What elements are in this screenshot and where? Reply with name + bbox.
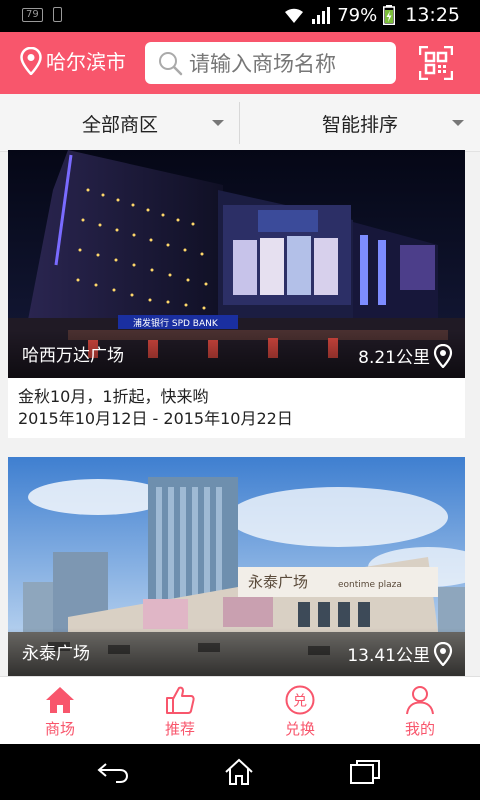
- city-selector[interactable]: 哈尔滨市: [20, 46, 126, 75]
- distance-value: 13.41公里: [347, 646, 430, 666]
- sort-filter-label: 智能排序: [321, 113, 398, 136]
- mall-distance: 8.21公里: [358, 343, 453, 368]
- signal-icon: [312, 7, 331, 24]
- tab-mall[interactable]: 商场: [0, 677, 120, 744]
- plaza-sign-en: eontime plaza: [338, 580, 402, 590]
- recents-icon[interactable]: [348, 758, 382, 786]
- tab-mine[interactable]: 我的: [360, 677, 480, 744]
- promo-title: 金秋10月，1折起，快来哟: [18, 387, 209, 406]
- search-input[interactable]: 请输入商场名称: [145, 42, 396, 84]
- photo-caption: 永泰广场 13.41公里: [8, 628, 465, 676]
- home-nav-icon[interactable]: [222, 758, 256, 786]
- battery-percent: 79%: [337, 4, 378, 26]
- tab-label: 我的: [404, 720, 435, 738]
- exchange-icon: 兑: [285, 685, 315, 715]
- plaza-sign-cn: 永泰广场: [248, 573, 308, 591]
- system-nav-bar: [0, 744, 480, 800]
- mall-distance: 13.41公里: [347, 641, 453, 666]
- city-name: 哈尔滨市: [46, 50, 126, 74]
- svg-text:兑: 兑: [293, 694, 307, 710]
- battery-charging-icon: [383, 5, 396, 25]
- bank-sign-text: 浦发银行 SPD BANK: [133, 317, 219, 329]
- search-icon: [159, 52, 183, 76]
- user-icon: [406, 686, 434, 715]
- mall-card[interactable]: 永泰广场 eontime plaza 永泰广场 13.41公里: [8, 457, 465, 676]
- promo-info: 金秋10月，1折起，快来哟 2015年10月12日 - 2015年10月22日: [8, 378, 465, 438]
- dropdown-caret-icon: [452, 120, 464, 126]
- dropdown-caret-icon: [212, 120, 224, 126]
- phone-icon: [52, 7, 62, 22]
- status-bar: 79 79% 13:25: [0, 0, 480, 32]
- tab-label: 推荐: [164, 720, 195, 738]
- status-left: 79: [22, 7, 62, 22]
- tab-label: 商场: [44, 720, 75, 738]
- search-placeholder: 请输入商场名称: [189, 52, 336, 76]
- clock: 13:25: [405, 4, 460, 26]
- location-pin-icon: [433, 343, 453, 368]
- home-icon: [46, 687, 74, 713]
- tab-exchange[interactable]: 兑 兑换: [240, 677, 360, 744]
- mall-name: 永泰广场: [22, 644, 90, 664]
- status-right: 79% 13:25: [283, 4, 460, 26]
- mall-photo[interactable]: 永泰广场 eontime plaza 永泰广场 13.41公里: [8, 457, 465, 676]
- photo-caption: 哈西万达广场 8.21公里: [8, 330, 465, 378]
- district-filter-label: 全部商区: [81, 113, 158, 136]
- sort-filter[interactable]: 智能排序: [240, 94, 480, 152]
- qr-scan-icon[interactable]: [419, 46, 453, 80]
- mall-name: 哈西万达广场: [22, 346, 124, 366]
- distance-value: 8.21公里: [358, 348, 430, 368]
- location-pin-icon: [433, 641, 453, 666]
- thumbs-up-icon: [166, 686, 195, 714]
- promo-dates: 2015年10月12日 - 2015年10月22日: [18, 409, 293, 428]
- bottom-tab-bar: 商场 推荐 兑 兑换 我的: [0, 676, 480, 744]
- district-filter[interactable]: 全部商区: [0, 94, 240, 152]
- tab-label: 兑换: [284, 720, 315, 738]
- filter-bar: 全部商区 智能排序: [0, 94, 480, 152]
- wifi-icon: [285, 8, 304, 23]
- app-header: 哈尔滨市 请输入商场名称: [0, 32, 480, 94]
- back-icon[interactable]: [96, 758, 130, 786]
- mall-card[interactable]: 浦发银行 SPD BANK 哈西万达广场 8.21公里 金秋10月，1折起，快来…: [8, 150, 465, 438]
- location-pin-icon: [20, 46, 42, 75]
- notification-badge: 79: [22, 7, 43, 22]
- tab-recommend[interactable]: 推荐: [120, 677, 240, 744]
- mall-photo[interactable]: 浦发银行 SPD BANK 哈西万达广场 8.21公里: [8, 150, 465, 378]
